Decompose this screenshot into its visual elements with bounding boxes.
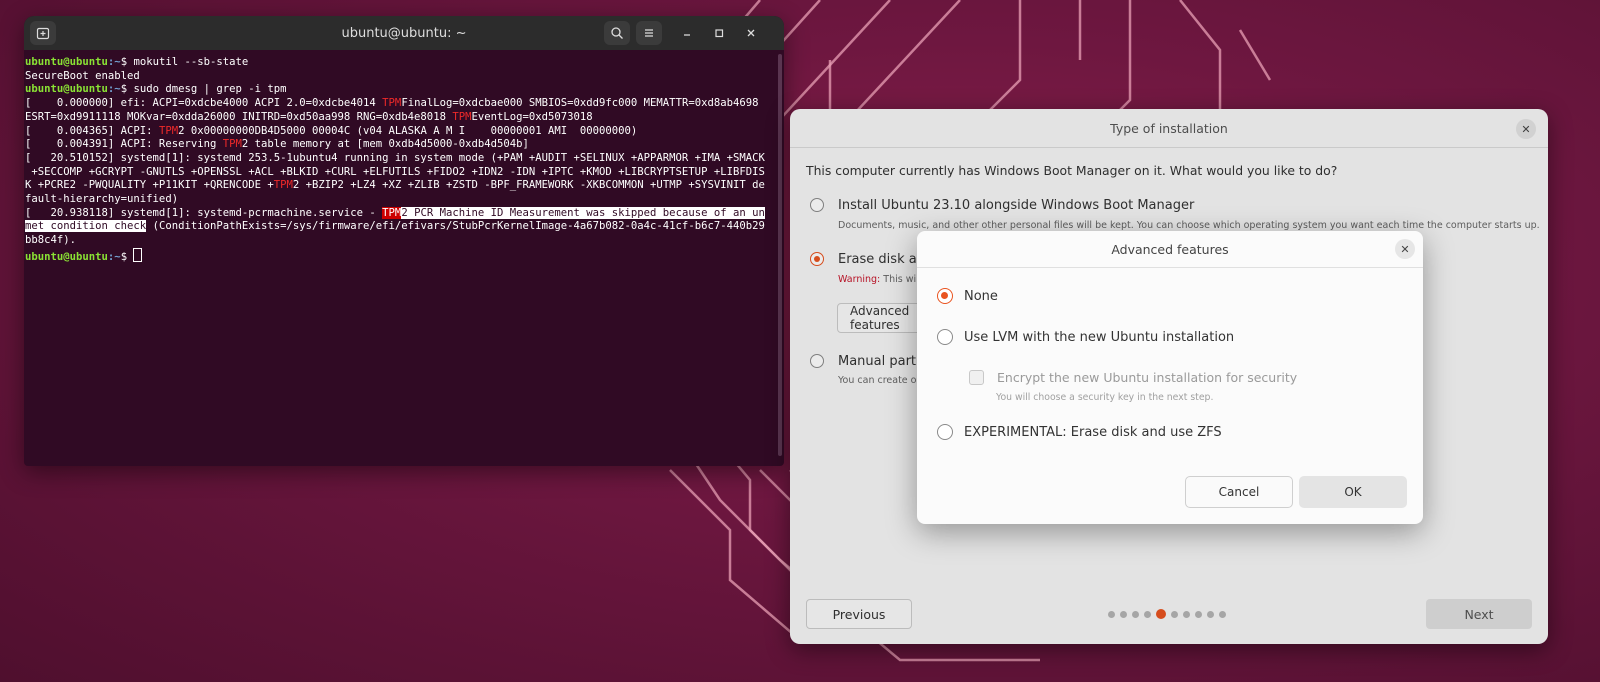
terminal-scrollbar[interactable] — [778, 54, 782, 456]
maximize-icon[interactable] — [706, 21, 732, 45]
option-manual-desc: You can create or — [838, 375, 921, 386]
step-dot — [1108, 610, 1115, 618]
option-install-alongside[interactable]: Install Ubuntu 23.10 alongside Windows B… — [810, 198, 1194, 213]
option-lvm[interactable]: Use LVM with the new Ubuntu installation — [937, 329, 1234, 345]
search-icon[interactable] — [604, 21, 630, 45]
terminal-line: fault-hierarchy=unified) — [25, 193, 179, 206]
radio-lvm[interactable] — [937, 329, 953, 345]
radio-zfs[interactable] — [937, 424, 953, 440]
terminal-line: [ 0.000000] efi: ACPI=0xdcbe4000 ACPI 2.… — [25, 97, 759, 110]
radio-none[interactable] — [937, 288, 953, 304]
terminal-line: SecureBoot enabled — [25, 69, 140, 82]
terminal-line: [ 0.004391] ACPI: Reserving TPM2 table m… — [25, 138, 529, 151]
next-button[interactable]: Next — [1426, 599, 1532, 629]
terminal-line: ESRT=0xd9911118 MOKvar=0xdda26000 INITRD… — [25, 110, 593, 123]
terminal-line: bb8c4f). — [25, 234, 77, 247]
terminal-line: [ 20.510152] systemd[1]: systemd 253.5-1… — [25, 151, 765, 164]
option-none[interactable]: None — [937, 288, 998, 304]
cancel-button[interactable]: Cancel — [1185, 476, 1293, 508]
option-manual-partitioning[interactable]: Manual partit — [810, 354, 925, 369]
terminal-line: ubuntu@ubuntu:~$ sudo dmesg | grep -i tp… — [25, 83, 287, 96]
option-erase-disk[interactable]: Erase disk and — [810, 252, 933, 267]
terminal-output[interactable]: ubuntu@ubuntu:~$ mokutil --sb-state Secur… — [24, 50, 784, 265]
terminal-line: ubuntu@ubuntu:~$ mokutil --sb-state — [25, 56, 249, 68]
radio-install-alongside[interactable] — [810, 198, 824, 212]
dialog-close-icon[interactable]: ✕ — [1395, 239, 1415, 259]
installer-question: This computer currently has Windows Boot… — [806, 163, 1338, 178]
selected-text: met condition check — [25, 220, 147, 233]
terminal-title: ubuntu@ubuntu: ~ — [341, 25, 467, 41]
minimize-icon[interactable] — [674, 21, 700, 45]
dialog-title: Advanced features — [1111, 242, 1229, 257]
step-dot — [1207, 610, 1214, 618]
radio-manual-partitioning[interactable] — [810, 354, 824, 368]
text-cursor — [133, 247, 143, 262]
step-dot — [1219, 610, 1226, 618]
installer-close-icon[interactable]: ✕ — [1516, 119, 1536, 139]
step-dot — [1144, 610, 1151, 618]
checkbox-encrypt[interactable] — [969, 370, 984, 385]
step-dot — [1120, 610, 1127, 618]
previous-button[interactable]: Previous — [806, 599, 912, 629]
terminal-line: met condition check (ConditionPathExists… — [25, 220, 765, 233]
step-dot — [1183, 610, 1190, 618]
option-erase-disk-warning: Warning: This will — [838, 274, 922, 285]
close-icon[interactable] — [738, 21, 764, 45]
option-install-alongside-desc: Documents, music, and other other person… — [838, 220, 1540, 231]
step-dot-active — [1156, 609, 1166, 619]
step-dot — [1171, 610, 1178, 618]
terminal-line: ubuntu@ubuntu:~$ — [25, 247, 780, 265]
terminal-line: +SECCOMP +GCRYPT -GNUTLS +OPENSSL +ACL +… — [25, 165, 765, 178]
option-encrypt[interactable]: Encrypt the new Ubuntu installation for … — [969, 370, 1297, 385]
terminal-line: [ 0.004365] ACPI: TPM2 0x00000000DB4D500… — [25, 124, 638, 137]
hamburger-menu-icon[interactable] — [636, 21, 662, 45]
terminal-line: [ 20.938118] systemd[1]: systemd-pcrmach… — [25, 206, 765, 219]
terminal-header[interactable]: ubuntu@ubuntu: ~ — [24, 16, 784, 50]
divider — [790, 147, 1548, 148]
step-indicator — [1108, 609, 1226, 619]
terminal-line: K +PCRE2 -PWQUALITY +P11KIT +QRENCODE +T… — [25, 179, 765, 192]
radio-erase-disk[interactable] — [810, 252, 824, 266]
encrypt-hint: You will choose a security key in the ne… — [996, 392, 1214, 403]
terminal-window[interactable]: ubuntu@ubuntu: ~ ubuntu@ubuntu:~$ mokuti… — [24, 16, 784, 466]
new-tab-icon[interactable] — [30, 21, 56, 45]
option-zfs[interactable]: EXPERIMENTAL: Erase disk and use ZFS — [937, 424, 1222, 440]
installer-title: Type of installation — [1110, 121, 1228, 136]
advanced-features-dialog: Advanced features ✕ None Use LVM with th… — [917, 231, 1423, 524]
step-dot — [1132, 610, 1139, 618]
selected-text: TPM2 PCR Machine ID Measurement was skip… — [382, 206, 765, 219]
divider — [917, 267, 1423, 268]
ok-button[interactable]: OK — [1299, 476, 1407, 508]
step-dot — [1195, 610, 1202, 618]
